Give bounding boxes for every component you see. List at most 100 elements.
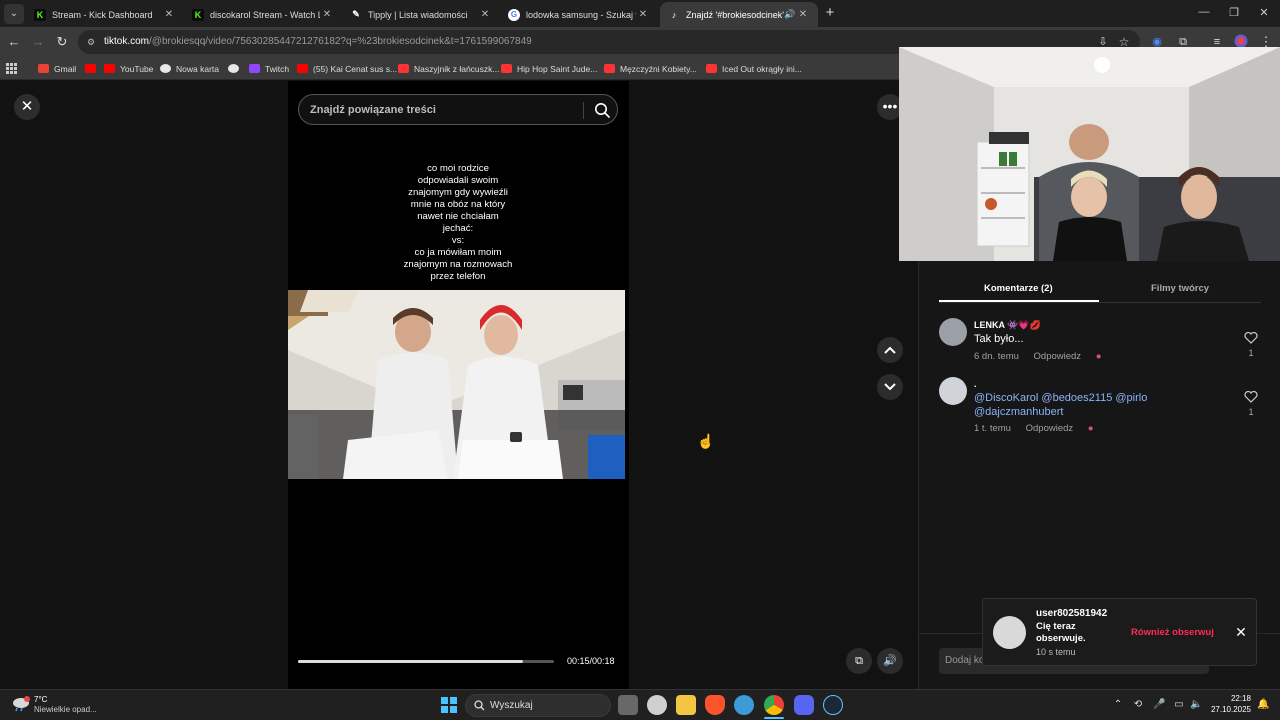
brave-icon[interactable] [705,695,725,715]
tab-discokarol-stream[interactable]: K discokarol Stream - Watch Live ✕ [184,2,342,27]
toast-username[interactable]: user802581942 [1036,608,1107,619]
toast-close-icon[interactable]: ✕ [1231,622,1251,642]
bookmark-gmail[interactable]: Gmail [38,61,76,76]
follow-notification-toast: user802581942 Cię teraz obserwuje. 10 s … [982,598,1257,666]
bookmark-hip-hop[interactable]: Hip Hop Saint Jude... [501,61,597,76]
bookmark-nowa-karta[interactable]: Nowa karta [160,61,219,76]
tab-close-icon[interactable]: ✕ [162,9,176,20]
google-icon: G [508,8,520,21]
apps-grid-icon[interactable] [6,61,17,76]
restore-icon[interactable]: ❐ [1226,6,1242,19]
caption-line: znajomym na rozmowach [403,259,513,270]
bookmark-label: Gmail [54,63,77,74]
comment-mentions[interactable]: @dajczmanhubert [974,405,1063,419]
youtube-icon [85,64,96,73]
bookmark-youtube-icon-only[interactable] [85,61,101,76]
comment-item: LENKA 👾💗💋 Tak było... 6 dn. temu Odpowie… [939,318,1269,368]
forward-arrow-icon[interactable]: → [30,34,46,50]
discord-icon[interactable] [794,695,814,715]
chrome-icon[interactable] [764,695,784,715]
avatar[interactable] [939,377,967,405]
microphone-icon[interactable]: 🎤 [1153,699,1165,711]
tab-audio-icon[interactable]: 🔊 [784,9,796,20]
video-progress-bar[interactable] [298,660,554,663]
avatar[interactable] [939,318,967,346]
caption-line: znajomym gdy wywieźli [408,187,508,198]
chatgpt-icon[interactable] [647,695,667,715]
bookmark-naszyjnik[interactable]: Naszyjnik z łańcuszk... [398,61,500,76]
search-icon [474,700,485,711]
clock-time[interactable]: 22:18 [1215,694,1251,703]
tray-overflow-chevron-icon[interactable]: ⌃ [1112,699,1124,711]
follow-back-button[interactable]: Również obserwuj [1131,627,1214,638]
kick-icon: K [192,8,204,21]
tab-comments[interactable]: Komentarze (2) [984,283,1053,294]
reply-button[interactable]: Odpowiedz [1034,351,1082,362]
related-search-input[interactable]: Znajdź powiązane treści [298,94,618,125]
tab-title: lodowka samsung - Szukaj w Go [526,9,636,20]
tab-close-icon[interactable]: ✕ [320,9,334,20]
bookmark-label: Naszyjnik z łańcuszk... [414,63,500,74]
tab-close-icon[interactable]: ✕ [636,9,650,20]
like-heart-icon[interactable] [1244,391,1258,403]
volume-tray-icon[interactable]: 🔈 [1190,699,1202,711]
avatar[interactable] [993,616,1026,649]
bookmark-globe-icon-only[interactable] [228,61,244,76]
bookmark-iced-out[interactable]: Iced Out okrągły ini... [706,61,802,76]
tab-google-search[interactable]: G lodowka samsung - Szukaj w Go ✕ [500,2,658,27]
bookmark-youtube[interactable]: YouTube [104,61,153,76]
next-video-chevron-down-icon[interactable] [877,374,903,400]
back-arrow-icon[interactable]: ← [6,34,22,50]
minimize-icon[interactable]: — [1196,6,1212,18]
close-video-icon[interactable]: ✕ [14,94,40,120]
bookmark-mezczyzni[interactable]: Męzczyźni Kobiety... [604,61,697,76]
video-player[interactable]: Znajdź powiązane treści co moi rodzice o… [288,81,629,689]
search-icon[interactable] [593,101,611,119]
like-count: 1 [1248,407,1254,417]
caption-line: odpowiadali swoim [417,175,499,186]
task-view-icon[interactable] [618,695,638,715]
steam-icon[interactable] [823,695,843,715]
tab-title: Tipply | Lista wiadomości [368,9,468,20]
kick-icon: K [34,8,46,21]
like-heart-icon[interactable] [1244,332,1258,344]
url-host: tiktok.com [104,36,150,47]
globe-icon [228,64,239,73]
globe-icon [160,64,171,73]
tab-close-icon[interactable]: ✕ [796,9,810,20]
comment-username[interactable]: . [974,379,977,389]
clock-date[interactable]: 27.10.2025 [1205,705,1251,714]
tab-creator-videos[interactable]: Filmy twórcy [1151,283,1209,294]
tab-tipply[interactable]: ✎ Tipply | Lista wiadomości ✕ [342,2,500,27]
weather-description: Niewielkie opad... [34,705,97,714]
tray-sync-icon[interactable]: ⟲ [1132,699,1144,711]
notifications-bell-icon[interactable]: 🔔 [1257,699,1269,711]
reply-button[interactable]: Odpowiedz [1026,423,1074,434]
site-settings-icon[interactable]: ⚙ [87,37,98,47]
network-icon[interactable]: ▭ [1173,699,1185,711]
weather-rain-icon[interactable] [12,696,30,712]
search-divider [583,102,584,119]
new-tab-plus-icon[interactable]: + [822,5,838,21]
tab-kick-dashboard[interactable]: K Stream - Kick Dashboard ✕ [26,2,184,27]
comment-mentions[interactable]: @DiscoKarol @bedoes2115 @pirlo [974,391,1147,405]
video-progress-fill [298,660,524,663]
comment-username[interactable]: LENKA 👾💗💋 [974,320,1041,331]
file-explorer-icon[interactable] [676,695,696,715]
bookmark-kai-cenat[interactable]: (55) Kai Cenat sus s... [297,61,397,76]
tab-tiktok[interactable]: ♪ Znajdź '#brokiesodcinek' na 🔊 ✕ [660,2,818,27]
taskbar-search-box[interactable]: Wyszukaj [465,694,611,717]
tab-search-chevron-icon[interactable]: ⌄ [4,4,24,24]
floating-player-icon[interactable]: ⧉ [846,648,872,674]
ccleaner-icon[interactable] [734,695,754,715]
windows-start-icon[interactable] [441,697,457,713]
tipply-icon: ✎ [352,9,360,19]
volume-icon[interactable]: 🔊 [877,648,903,674]
previous-video-chevron-up-icon[interactable] [877,337,903,363]
window-close-icon[interactable]: ✕ [1256,6,1272,19]
reload-icon[interactable]: ↻ [54,34,70,50]
bookmark-twitch[interactable]: Twitch [249,61,289,76]
caption-line: co ja mówiłam moim [414,247,502,258]
tab-close-icon[interactable]: ✕ [478,9,492,20]
caption-line: mnie na obóz na który [410,199,506,210]
